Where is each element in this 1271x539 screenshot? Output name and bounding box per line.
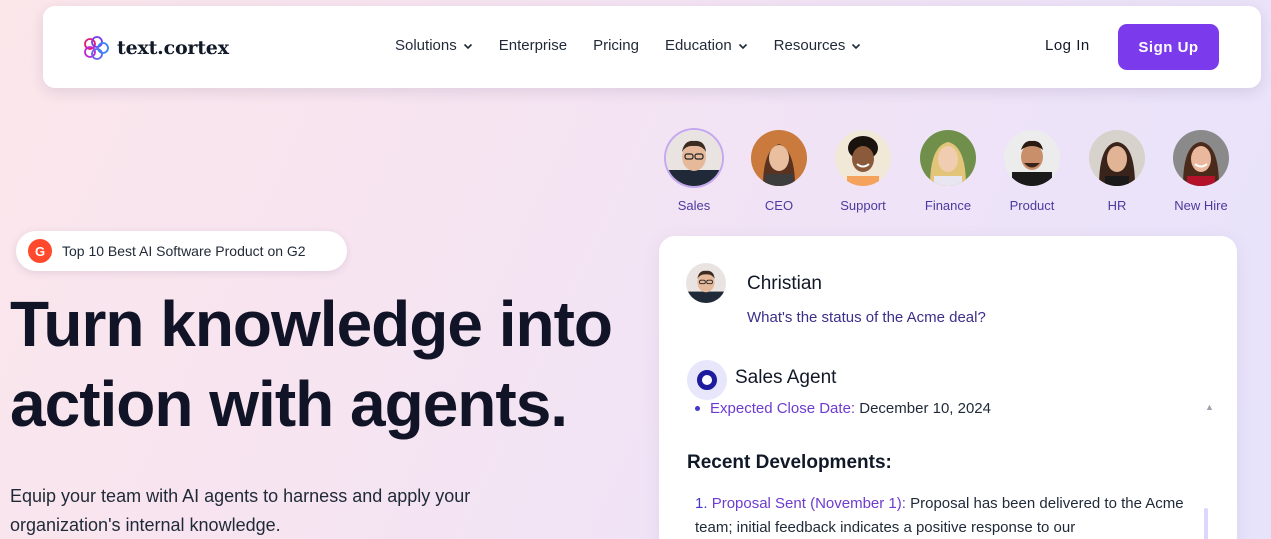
bullet-key: Expected Close Date: — [710, 400, 856, 417]
hero-title-line-2: action with agents. — [10, 368, 568, 440]
nav-enterprise[interactable]: Enterprise — [499, 37, 567, 54]
hero-subtitle: Equip your team with AI agents to harnes… — [10, 486, 471, 535]
user-name: Christian — [747, 273, 822, 294]
top-navbar: text.cortex Solutions Enterprise Pricing… — [43, 6, 1261, 88]
hero-title: Turn knowledge into action with agents. — [10, 284, 650, 444]
user-message: What's the status of the Acme deal? — [747, 309, 986, 326]
chevron-down-icon — [738, 43, 747, 49]
badge-text: Top 10 Best AI Software Product on G2 — [62, 243, 306, 259]
bullet-dot — [695, 406, 700, 411]
nav-pricing[interactable]: Pricing — [593, 37, 639, 54]
nav-education-label: Education — [664, 37, 732, 54]
scroll-up-icon[interactable]: ▲ — [1205, 402, 1214, 412]
nav-enterprise-label: Enterprise — [498, 37, 568, 54]
nav-pricing-label: Pricing — [593, 37, 639, 54]
brand-logo[interactable]: text.cortex — [81, 36, 229, 60]
bullet-value: December 10, 2024 — [855, 400, 991, 417]
nav-solutions-label: Solutions — [395, 37, 457, 54]
persona-label: HR — [1107, 198, 1127, 213]
user-avatar — [686, 263, 726, 303]
chevron-down-icon — [463, 43, 472, 49]
avatar — [1004, 130, 1060, 186]
agent-bullet-item: Expected Close Date: December 10, 2024 — [695, 400, 991, 417]
nav-resources[interactable]: Resources — [774, 37, 862, 54]
g2-icon: G — [28, 239, 52, 263]
chat-preview-card: Christian What's the status of the Acme … — [659, 236, 1237, 539]
g2-award-badge[interactable]: G Top 10 Best AI Software Product on G2 — [16, 231, 347, 271]
hero-title-line-1: Turn knowledge into — [10, 288, 613, 360]
persona-label: New Hire — [1174, 198, 1228, 213]
avatar — [1173, 130, 1229, 186]
persona-label: Support — [840, 198, 886, 213]
section-title: Recent Developments: — [687, 452, 892, 473]
avatar — [920, 130, 976, 186]
agent-icon — [687, 360, 727, 400]
agent-name: Sales Agent — [735, 367, 837, 388]
numbered-list-item: 1. Proposal Sent (November 1): Proposal … — [695, 492, 1190, 539]
signup-button[interactable]: Sign Up — [1118, 24, 1219, 70]
persona-label: CEO — [764, 198, 794, 213]
brand-name: text.cortex — [117, 37, 229, 59]
persona-hr[interactable]: HR — [1077, 130, 1157, 213]
nav-solutions[interactable]: Solutions — [395, 37, 473, 54]
chat-scrollbar[interactable] — [1204, 508, 1208, 539]
nav-resources-label: Resources — [773, 37, 846, 54]
login-link[interactable]: Log In — [1045, 37, 1090, 54]
brain-logo-icon — [84, 36, 109, 60]
avatar — [835, 130, 891, 186]
persona-sales[interactable]: Sales — [654, 130, 734, 213]
item-number: 1. — [695, 495, 708, 512]
persona-label: Sales — [677, 198, 711, 213]
nav-education[interactable]: Education — [665, 37, 748, 54]
persona-ceo[interactable]: CEO — [739, 130, 819, 213]
persona-label: Finance — [924, 198, 972, 213]
persona-support[interactable]: Support — [823, 130, 903, 213]
avatar — [666, 130, 722, 186]
persona-product[interactable]: Product — [992, 130, 1072, 213]
chevron-down-icon — [852, 43, 861, 49]
persona-finance[interactable]: Finance — [908, 130, 988, 213]
main-menu: Solutions Enterprise Pricing Education R… — [395, 37, 887, 54]
avatar — [751, 130, 807, 186]
item-key: Proposal Sent (November 1): — [711, 495, 906, 512]
persona-new-hire[interactable]: New Hire — [1161, 130, 1241, 213]
avatar — [1089, 130, 1145, 186]
persona-label: Product — [1009, 198, 1055, 213]
